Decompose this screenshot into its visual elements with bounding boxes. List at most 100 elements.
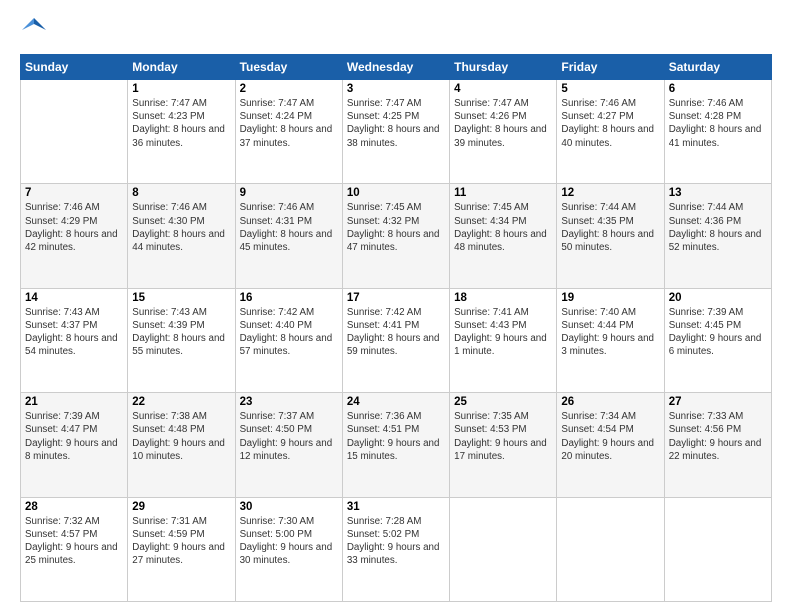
calendar-cell: 8 Sunrise: 7:46 AMSunset: 4:30 PMDaylight…	[128, 184, 235, 288]
logo-icon	[20, 16, 48, 44]
weekday-header-sunday: Sunday	[21, 55, 128, 80]
weekday-header-saturday: Saturday	[664, 55, 771, 80]
day-number: 21	[25, 396, 123, 408]
week-row-5: 28 Sunrise: 7:32 AMSunset: 4:57 PMDayligh…	[21, 497, 772, 601]
week-row-4: 21Sunrise: 7:39 AMSunset: 4:47 PMDayligh…	[21, 393, 772, 497]
day-info: Sunrise: 7:32 AMSunset: 4:57 PMDaylight:…	[25, 515, 123, 568]
calendar-cell: 3 Sunrise: 7:47 AMSunset: 4:25 PMDaylight…	[342, 80, 449, 184]
day-number: 18	[454, 292, 552, 304]
day-number: 29	[132, 501, 230, 513]
calendar-cell: 15 Sunrise: 7:43 AMSunset: 4:39 PMDayligh…	[128, 288, 235, 392]
week-row-2: 7 Sunrise: 7:46 AMSunset: 4:29 PMDaylight…	[21, 184, 772, 288]
calendar-cell: 5 Sunrise: 7:46 AMSunset: 4:27 PMDaylight…	[557, 80, 664, 184]
day-info: Sunrise: 7:31 AMSunset: 4:59 PMDaylight:…	[132, 515, 230, 568]
day-number: 24	[347, 396, 445, 408]
day-number: 20	[669, 292, 767, 304]
day-info: Sunrise: 7:42 AMSunset: 4:40 PMDaylight:…	[240, 306, 338, 359]
week-row-3: 14Sunrise: 7:43 AMSunset: 4:37 PMDayligh…	[21, 288, 772, 392]
day-number: 16	[240, 292, 338, 304]
day-number: 4	[454, 83, 552, 95]
weekday-header-monday: Monday	[128, 55, 235, 80]
day-info: Sunrise: 7:46 AMSunset: 4:28 PMDaylight:…	[669, 97, 767, 150]
calendar-cell: 31Sunrise: 7:28 AMSunset: 5:02 PMDayligh…	[342, 497, 449, 601]
calendar-cell: 9 Sunrise: 7:46 AMSunset: 4:31 PMDaylight…	[235, 184, 342, 288]
page: SundayMondayTuesdayWednesdayThursdayFrid…	[0, 0, 792, 612]
day-number: 22	[132, 396, 230, 408]
day-info: Sunrise: 7:43 AMSunset: 4:39 PMDaylight:…	[132, 306, 230, 359]
day-info: Sunrise: 7:44 AMSunset: 4:35 PMDaylight:…	[561, 201, 659, 254]
day-info: Sunrise: 7:47 AMSunset: 4:25 PMDaylight:…	[347, 97, 445, 150]
day-number: 8	[132, 187, 230, 199]
calendar-cell: 18 Sunrise: 7:41 AMSunset: 4:43 PMDayligh…	[450, 288, 557, 392]
calendar-cell	[21, 80, 128, 184]
day-number: 26	[561, 396, 659, 408]
day-info: Sunrise: 7:35 AMSunset: 4:53 PMDaylight:…	[454, 410, 552, 463]
weekday-header-friday: Friday	[557, 55, 664, 80]
day-number: 23	[240, 396, 338, 408]
calendar-table: SundayMondayTuesdayWednesdayThursdayFrid…	[20, 54, 772, 602]
calendar-cell	[450, 497, 557, 601]
day-info: Sunrise: 7:47 AMSunset: 4:23 PMDaylight:…	[132, 97, 230, 150]
day-info: Sunrise: 7:46 AMSunset: 4:29 PMDaylight:…	[25, 201, 123, 254]
day-number: 9	[240, 187, 338, 199]
calendar-cell	[557, 497, 664, 601]
day-number: 11	[454, 187, 552, 199]
day-number: 25	[454, 396, 552, 408]
day-number: 1	[132, 83, 230, 95]
week-row-1: 1 Sunrise: 7:47 AMSunset: 4:23 PMDaylight…	[21, 80, 772, 184]
day-info: Sunrise: 7:46 AMSunset: 4:31 PMDaylight:…	[240, 201, 338, 254]
calendar-cell: 10Sunrise: 7:45 AMSunset: 4:32 PMDayligh…	[342, 184, 449, 288]
day-info: Sunrise: 7:39 AMSunset: 4:45 PMDaylight:…	[669, 306, 767, 359]
calendar-cell: 4 Sunrise: 7:47 AMSunset: 4:26 PMDaylight…	[450, 80, 557, 184]
calendar-cell: 28 Sunrise: 7:32 AMSunset: 4:57 PMDayligh…	[21, 497, 128, 601]
day-number: 6	[669, 83, 767, 95]
calendar-cell: 25 Sunrise: 7:35 AMSunset: 4:53 PMDayligh…	[450, 393, 557, 497]
calendar-cell: 22 Sunrise: 7:38 AMSunset: 4:48 PMDayligh…	[128, 393, 235, 497]
day-info: Sunrise: 7:42 AMSunset: 4:41 PMDaylight:…	[347, 306, 445, 359]
calendar-cell: 26 Sunrise: 7:34 AMSunset: 4:54 PMDayligh…	[557, 393, 664, 497]
day-info: Sunrise: 7:38 AMSunset: 4:48 PMDaylight:…	[132, 410, 230, 463]
day-info: Sunrise: 7:37 AMSunset: 4:50 PMDaylight:…	[240, 410, 338, 463]
day-number: 3	[347, 83, 445, 95]
calendar-cell: 21Sunrise: 7:39 AMSunset: 4:47 PMDayligh…	[21, 393, 128, 497]
calendar-cell	[664, 497, 771, 601]
day-number: 17	[347, 292, 445, 304]
day-number: 13	[669, 187, 767, 199]
calendar-cell: 1 Sunrise: 7:47 AMSunset: 4:23 PMDaylight…	[128, 80, 235, 184]
calendar-cell: 24 Sunrise: 7:36 AMSunset: 4:51 PMDayligh…	[342, 393, 449, 497]
day-number: 5	[561, 83, 659, 95]
day-info: Sunrise: 7:47 AMSunset: 4:26 PMDaylight:…	[454, 97, 552, 150]
calendar-cell: 27Sunrise: 7:33 AMSunset: 4:56 PMDayligh…	[664, 393, 771, 497]
day-info: Sunrise: 7:45 AMSunset: 4:34 PMDaylight:…	[454, 201, 552, 254]
day-info: Sunrise: 7:30 AMSunset: 5:00 PMDaylight:…	[240, 515, 338, 568]
calendar-cell: 16 Sunrise: 7:42 AMSunset: 4:40 PMDayligh…	[235, 288, 342, 392]
calendar-cell: 6 Sunrise: 7:46 AMSunset: 4:28 PMDaylight…	[664, 80, 771, 184]
calendar-cell: 7 Sunrise: 7:46 AMSunset: 4:29 PMDaylight…	[21, 184, 128, 288]
calendar-cell: 11 Sunrise: 7:45 AMSunset: 4:34 PMDayligh…	[450, 184, 557, 288]
weekday-header-tuesday: Tuesday	[235, 55, 342, 80]
header	[20, 16, 772, 44]
calendar-cell: 14Sunrise: 7:43 AMSunset: 4:37 PMDayligh…	[21, 288, 128, 392]
day-number: 10	[347, 187, 445, 199]
weekday-header-row: SundayMondayTuesdayWednesdayThursdayFrid…	[21, 55, 772, 80]
calendar-cell: 13Sunrise: 7:44 AMSunset: 4:36 PMDayligh…	[664, 184, 771, 288]
day-info: Sunrise: 7:34 AMSunset: 4:54 PMDaylight:…	[561, 410, 659, 463]
day-info: Sunrise: 7:36 AMSunset: 4:51 PMDaylight:…	[347, 410, 445, 463]
day-number: 31	[347, 501, 445, 513]
day-number: 2	[240, 83, 338, 95]
day-number: 30	[240, 501, 338, 513]
day-info: Sunrise: 7:43 AMSunset: 4:37 PMDaylight:…	[25, 306, 123, 359]
calendar-cell: 12Sunrise: 7:44 AMSunset: 4:35 PMDayligh…	[557, 184, 664, 288]
calendar-cell: 17 Sunrise: 7:42 AMSunset: 4:41 PMDayligh…	[342, 288, 449, 392]
day-number: 7	[25, 187, 123, 199]
day-info: Sunrise: 7:41 AMSunset: 4:43 PMDaylight:…	[454, 306, 552, 359]
day-number: 15	[132, 292, 230, 304]
logo	[20, 16, 52, 44]
calendar-cell: 20 Sunrise: 7:39 AMSunset: 4:45 PMDayligh…	[664, 288, 771, 392]
day-info: Sunrise: 7:33 AMSunset: 4:56 PMDaylight:…	[669, 410, 767, 463]
calendar-cell: 2Sunrise: 7:47 AMSunset: 4:24 PMDaylight…	[235, 80, 342, 184]
weekday-header-wednesday: Wednesday	[342, 55, 449, 80]
day-info: Sunrise: 7:46 AMSunset: 4:30 PMDaylight:…	[132, 201, 230, 254]
day-info: Sunrise: 7:46 AMSunset: 4:27 PMDaylight:…	[561, 97, 659, 150]
day-number: 28	[25, 501, 123, 513]
